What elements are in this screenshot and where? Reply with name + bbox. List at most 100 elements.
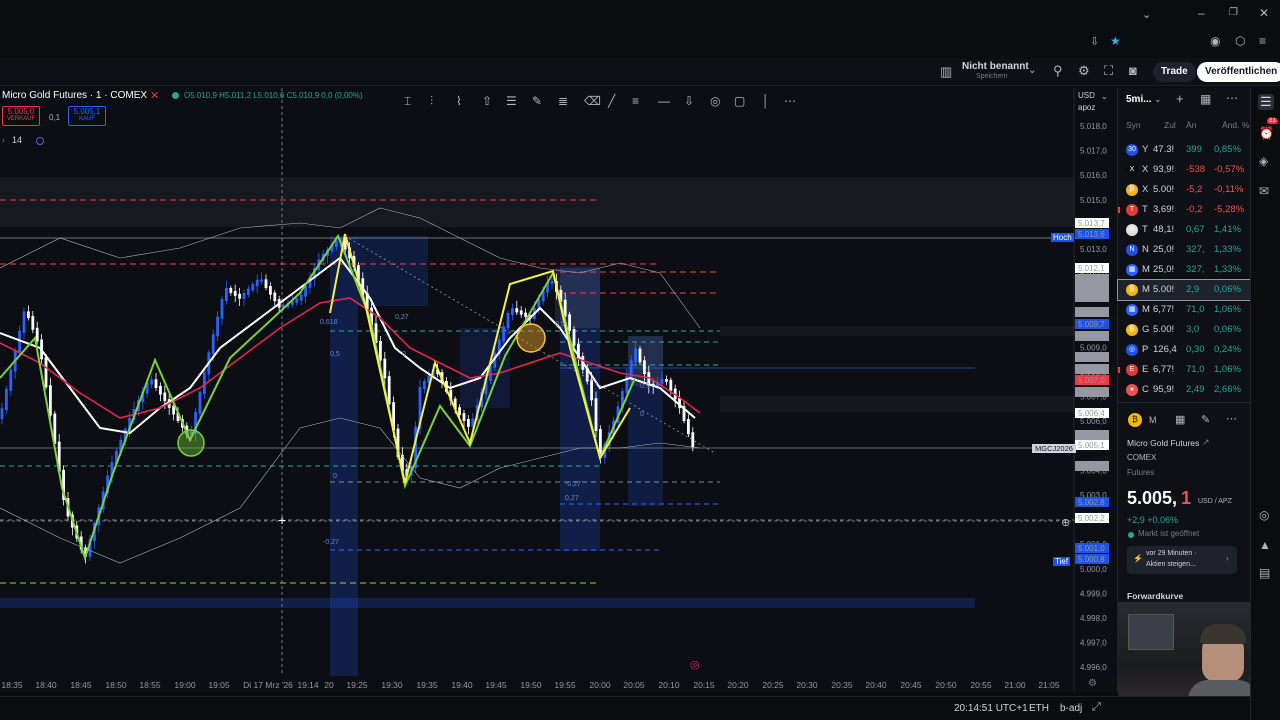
watchlist-row[interactable]: N N 25,0! 327, 1,33% (1118, 240, 1251, 260)
row-marker (1118, 367, 1120, 373)
chat-icon[interactable]: ✉ (1259, 184, 1269, 198)
watchlist-row[interactable]: ⊘ T 48,1! 0,67 1,41% (1118, 220, 1251, 240)
watchlist-layout-icon[interactable]: ▦ (1200, 92, 1211, 106)
candle-body (299, 294, 303, 301)
volume-toggle-icon[interactable]: › (2, 135, 5, 145)
watchlist-row[interactable]: T T 3,69! -0,2 -5,28% (1118, 200, 1251, 220)
percent-change: 1,33% (1214, 244, 1241, 255)
account-icon[interactable]: ◉ (1210, 34, 1220, 48)
clock[interactable]: 20:14:51 UTC+1 (954, 703, 1028, 714)
camera-icon[interactable]: ◙ (1129, 63, 1137, 78)
text-tool-icon[interactable]: ⌶ (404, 94, 411, 109)
scale-mode[interactable]: apoz (1078, 103, 1095, 112)
price-tag: 5.007,0 (1078, 376, 1105, 385)
layout-name[interactable]: Nicht benannt (962, 61, 1029, 72)
watchlist-row[interactable]: ▦ M 25,0! 327, 1,33% (1118, 260, 1251, 280)
publish-button[interactable]: Veröffentlichen (1197, 62, 1280, 82)
price-chart[interactable]: + 0,618 0,5 0,27 0 -0,27 0,5 0 0,27 -0,27 0,5 0 5.… (0, 88, 1116, 692)
chevron-down-icon[interactable]: ⌄ (1142, 8, 1151, 21)
scale-chevron-icon[interactable]: ⌄ (1101, 92, 1108, 101)
arrow-up-icon[interactable]: ⇧ (482, 94, 492, 108)
fullscreen-icon[interactable]: ⛶ (1104, 63, 1113, 79)
candle-body (163, 392, 167, 402)
add-symbol-icon[interactable]: + (1176, 91, 1184, 106)
watchlist-column-header[interactable]: Zul (1164, 120, 1176, 130)
horizontal-line-icon[interactable]: — (658, 94, 670, 108)
target-icon[interactable]: ◎ (710, 94, 720, 108)
sell-button[interactable]: 5.005,0 VERKAUF (2, 106, 40, 126)
layers-icon[interactable]: ◈ (1259, 154, 1268, 168)
gear-icon[interactable]: ⚙ (1078, 63, 1090, 79)
eraser-icon[interactable]: ⌫ (584, 94, 601, 108)
watchlist-row[interactable]: ₿ X 5.00! -5,2 -0,11% (1118, 180, 1251, 200)
download-icon[interactable]: ⇩ (1090, 35, 1099, 48)
trendline-icon[interactable]: ╱ (608, 94, 615, 108)
details-edit-icon[interactable]: ✎ (1201, 413, 1210, 426)
gray-band (720, 396, 1075, 412)
watchlist-column-header[interactable]: Änd. % (1222, 120, 1249, 130)
layout-grid-icon[interactable]: ▥ (940, 64, 952, 80)
chart-area[interactable]: + 0,618 0,5 0,27 0 -0,27 0,5 0 0,27 -0,27 0,5 0 5.… (0, 88, 1116, 692)
close-symbol-icon[interactable]: ✕ (150, 89, 159, 102)
trade-button[interactable]: Trade (1153, 62, 1196, 82)
crosshair-plus-icon[interactable]: ⊕ (1061, 516, 1070, 529)
news-card[interactable]: ⚡ vor 29 Minuten · Aktien steigen... › (1127, 546, 1237, 574)
watchlist-row[interactable]: ◎ P 126,4 0,30 0,24% (1118, 340, 1251, 360)
watchlist-chevron-icon[interactable]: ⌄ (1154, 94, 1162, 105)
details-more-icon[interactable]: ⋯ (1226, 412, 1237, 425)
adjustment[interactable]: b-adj (1060, 703, 1082, 714)
pitchfork-icon[interactable]: ⫶ (430, 94, 433, 109)
watchlist-name[interactable]: 5mi... (1126, 94, 1152, 105)
watchlist-row[interactable]: ₿ M 5.00! 2,9 0,06% (1117, 279, 1252, 301)
replay-marker-icon[interactable]: ◎ (690, 658, 700, 671)
fib-channel-icon[interactable]: ≡ (632, 94, 639, 108)
blue-zone (0, 598, 975, 608)
lines-icon[interactable]: ☰ (506, 94, 517, 108)
brush-icon[interactable]: ✎ (532, 94, 542, 108)
watchlist-column-header[interactable]: Syn (1126, 120, 1141, 130)
bar-countdown: 02:09 (1092, 454, 1111, 463)
watchlist-toggle-icon[interactable]: ☰ (1258, 94, 1274, 110)
last-price: 3,69! (1153, 204, 1175, 215)
calendar-icon[interactable]: ▤ (1259, 566, 1270, 580)
rocket-icon[interactable]: ▲ (1259, 538, 1271, 552)
details-grid-icon[interactable]: ▦ (1175, 413, 1185, 426)
watchlist-row[interactable]: ₿ G 5.00! 3,0 0,06% (1118, 320, 1251, 340)
arrow-down-icon[interactable]: ⇩ (684, 94, 694, 108)
expand-icon[interactable]: ⤢ (1092, 701, 1101, 714)
path-icon[interactable]: ⌇ (456, 94, 462, 108)
layout-chevron-icon[interactable]: ⌄ (1028, 65, 1036, 76)
minimize-icon[interactable]: – (1198, 6, 1205, 20)
session[interactable]: ETH (1029, 703, 1049, 714)
price-tag: 5.010,9 (1078, 275, 1105, 284)
watchlist-row[interactable]: ▦ M 6,77! 71,0 1,06% (1118, 300, 1251, 320)
scale-settings-icon[interactable]: ⚙ (1088, 678, 1097, 689)
buy-button[interactable]: 5.005,1 KAUF (68, 106, 106, 126)
watchlist-row[interactable]: X X 93,9! -538 -0,57% (1118, 160, 1251, 180)
fib-icon[interactable]: ≣ (558, 94, 568, 108)
vertical-line-icon[interactable]: │ (762, 94, 770, 108)
close-icon[interactable]: ✕ (1259, 6, 1269, 20)
target-icon[interactable]: ◎ (1259, 508, 1269, 522)
symbol-name: M (1142, 304, 1150, 315)
rectangle-icon[interactable]: ▢ (734, 94, 745, 108)
scale-currency[interactable]: USD (1078, 91, 1095, 100)
watchlist-more-icon[interactable]: ⋯ (1226, 91, 1238, 105)
search-icon[interactable]: ⚲ (1053, 63, 1063, 79)
watchlist-row[interactable]: ● C 95,9! 2,49 2,66% (1118, 380, 1251, 400)
menu-icon[interactable]: ≡ (1259, 34, 1266, 48)
fib-level-label: 0 (640, 411, 644, 418)
candle-body (0, 408, 4, 419)
candle-body (211, 334, 215, 355)
price-tag: 5.010,0 (1078, 308, 1105, 317)
watchlist-column-header[interactable]: Än (1186, 120, 1196, 130)
alerts-icon[interactable]: ⏰ (1259, 126, 1274, 140)
watchlist-row[interactable]: 30 Y 47.3! 399 0,85% (1118, 140, 1251, 160)
symbol-legend[interactable]: Micro Gold Futures · 1 · COMEX (2, 90, 147, 101)
extensions-icon[interactable]: ⬡ (1235, 34, 1245, 48)
watchlist-row[interactable]: E E 6,77! 71,0 1,06% (1118, 360, 1251, 380)
maximize-icon[interactable]: ❐ (1229, 7, 1238, 18)
star-icon[interactable]: ★ (1110, 34, 1121, 48)
more-tools-icon[interactable]: ⋯ (784, 94, 796, 108)
external-link-icon[interactable]: ↗ (1202, 437, 1210, 448)
